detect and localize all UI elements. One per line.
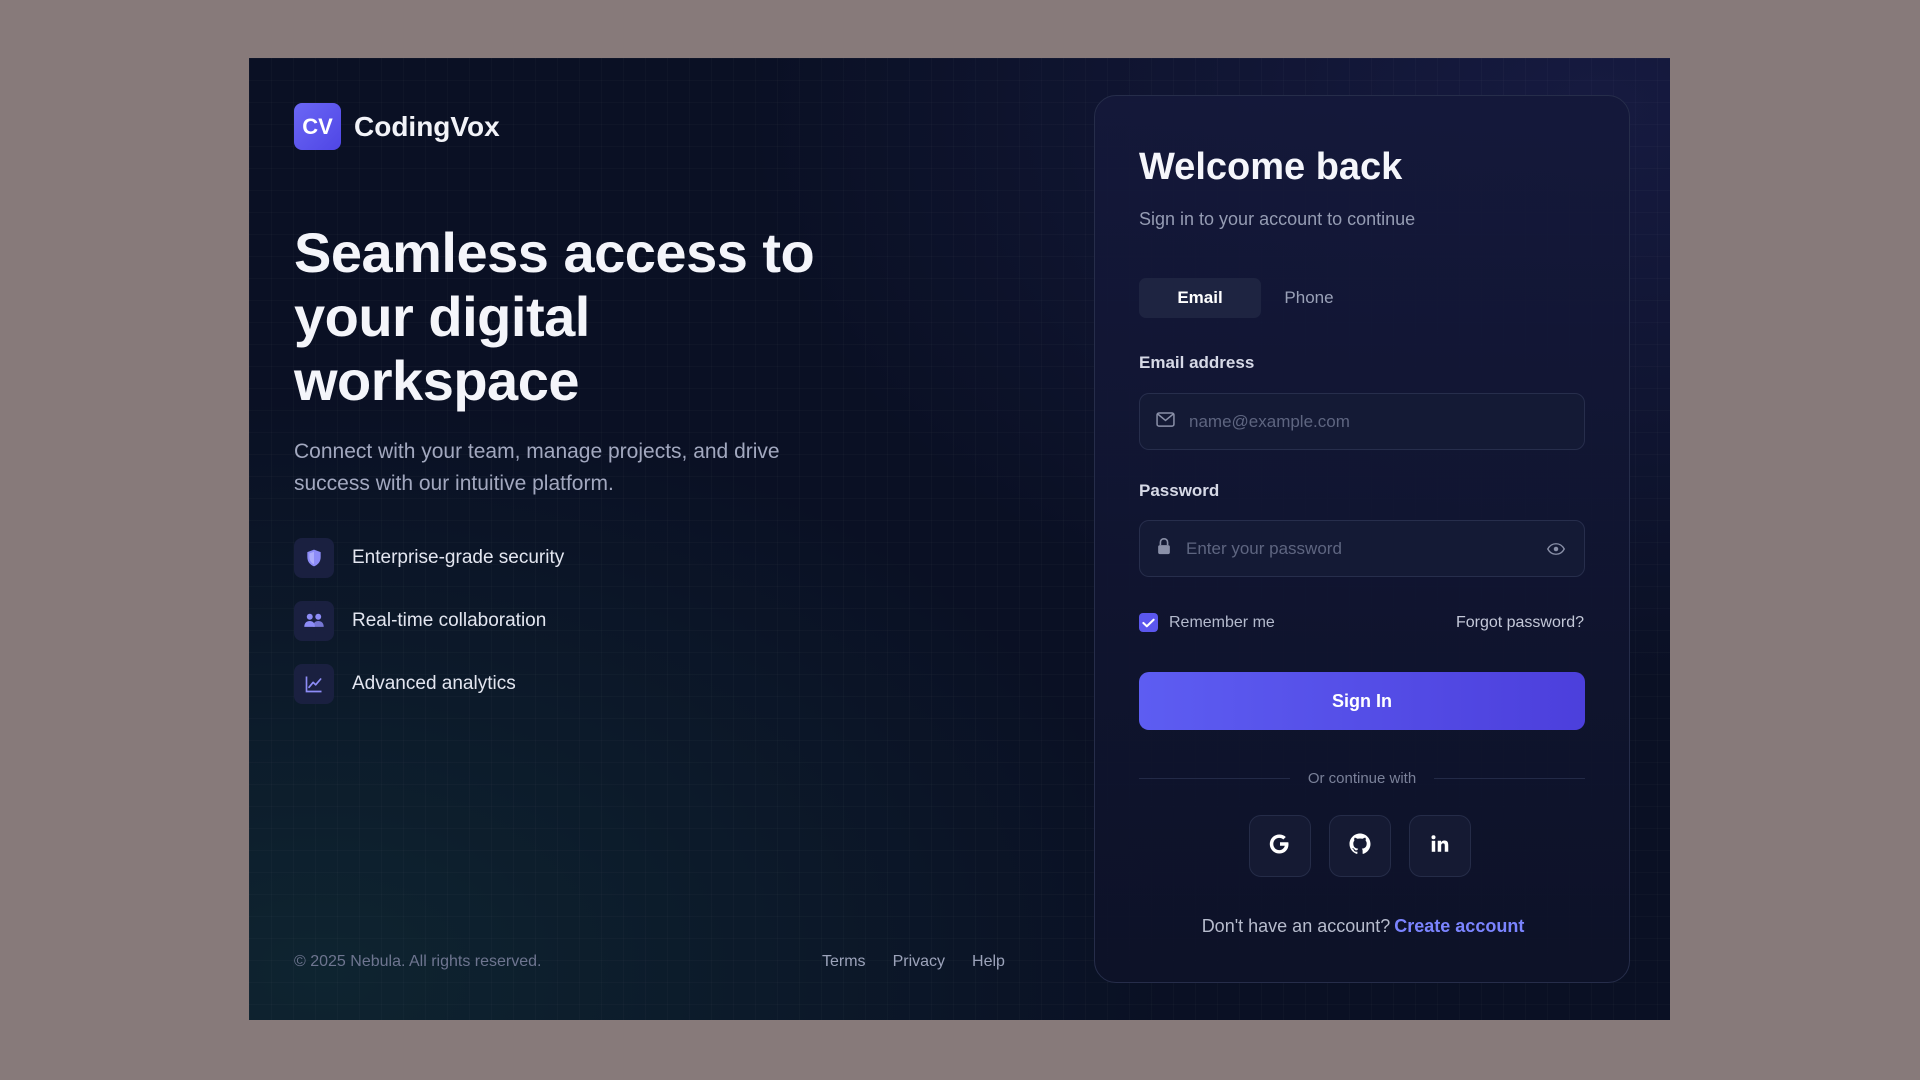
email-label: Email address (1139, 353, 1255, 372)
password-label: Password (1139, 481, 1220, 500)
feature-list: Enterprise-grade security Real-time coll… (294, 538, 564, 727)
linkedin-icon (1429, 833, 1451, 860)
login-method-tabs: Email Phone (1139, 278, 1357, 318)
login-title: Welcome back (1139, 146, 1403, 188)
signup-prompt-row: Don't have an account? Create account (1095, 916, 1631, 937)
lock-icon (1156, 537, 1172, 560)
feature-label: Enterprise-grade security (352, 547, 565, 568)
feature-label: Real-time collaboration (352, 610, 547, 631)
feature-item: Real-time collaboration (294, 601, 564, 641)
remember-me-toggle[interactable]: Remember me (1139, 613, 1275, 632)
shield-icon (294, 538, 334, 578)
password-field-wrapper (1139, 520, 1585, 577)
app-frame: CV CodingVox Seamless access to your dig… (249, 58, 1670, 1020)
footer-link-terms[interactable]: Terms (822, 953, 866, 971)
copyright: © 2025 Nebula. All rights reserved. (294, 953, 542, 970)
divider-text: Or continue with (1307, 769, 1417, 787)
footer-link-privacy[interactable]: Privacy (893, 953, 945, 971)
divider-line (1139, 777, 1290, 779)
hero-title: Seamless access to your digital workspac… (294, 221, 815, 412)
email-field-wrapper (1139, 393, 1585, 450)
github-icon (1348, 832, 1372, 861)
brand-name: CodingVox (354, 110, 500, 142)
forgot-password-link[interactable]: Forgot password? (1456, 614, 1584, 632)
email-field[interactable] (1189, 411, 1584, 432)
linkedin-login-button[interactable] (1409, 815, 1471, 877)
feature-label: Advanced analytics (352, 673, 516, 694)
feature-item: Advanced analytics (294, 664, 564, 704)
users-icon (294, 601, 334, 641)
chart-line-icon (294, 664, 334, 704)
tab-phone[interactable]: Phone (1261, 278, 1357, 318)
login-card: Welcome back Sign in to your account to … (1094, 95, 1630, 983)
eye-icon[interactable] (1536, 529, 1576, 569)
brand: CV CodingVox (294, 103, 500, 150)
google-icon (1268, 832, 1292, 861)
google-login-button[interactable] (1249, 815, 1311, 877)
login-subtitle: Sign in to your account to continue (1139, 209, 1416, 229)
footer-links: Terms Privacy Help (822, 953, 1005, 971)
social-login-buttons (1249, 815, 1471, 877)
tab-email[interactable]: Email (1139, 278, 1261, 318)
footer-link-help[interactable]: Help (972, 953, 1005, 971)
logo: CV (294, 103, 341, 150)
password-field[interactable] (1186, 538, 1536, 559)
create-account-link[interactable]: Create account (1394, 916, 1524, 936)
mail-icon (1156, 411, 1175, 432)
remember-me-checkbox[interactable] (1139, 613, 1158, 632)
divider-line (1434, 777, 1586, 779)
feature-item: Enterprise-grade security (294, 538, 564, 578)
sign-in-button[interactable]: Sign In (1139, 672, 1585, 730)
remember-me-label: Remember me (1169, 613, 1275, 631)
hero-subtitle: Connect with your team, manage projects,… (294, 440, 780, 495)
github-login-button[interactable] (1329, 815, 1391, 877)
social-divider: Or continue with (1139, 768, 1586, 788)
signup-prompt: Don't have an account? (1201, 916, 1391, 936)
